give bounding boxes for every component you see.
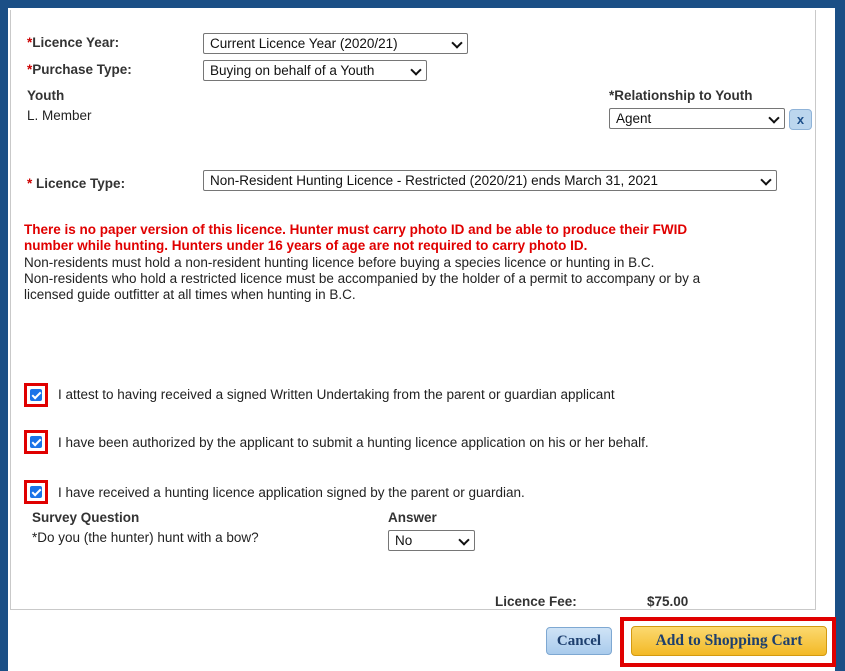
cancel-button[interactable]: Cancel <box>546 627 612 655</box>
youth-label: Youth <box>27 88 65 103</box>
photo-id-warning: There is no paper version of this licenc… <box>24 222 688 253</box>
attestation-checkbox-frame <box>24 480 48 504</box>
chevron-down-icon <box>458 534 470 546</box>
authorized-by-applicant-checkbox[interactable] <box>30 436 42 448</box>
non-resident-info: Non-residents must hold a non-resident h… <box>24 255 701 302</box>
survey-answer-header: Answer <box>388 510 437 525</box>
purchase-type-label: *Purchase Type: <box>27 62 132 77</box>
attestation-label: I have been authorized by the applicant … <box>58 435 649 450</box>
licence-year-select[interactable]: Current Licence Year (2020/21) <box>203 33 468 54</box>
licence-type-select[interactable]: Non-Resident Hunting Licence - Restricte… <box>203 170 777 191</box>
remove-relationship-button[interactable]: x <box>789 109 812 130</box>
written-undertaking-checkbox[interactable] <box>30 389 42 401</box>
relationship-select[interactable]: Agent <box>609 108 785 129</box>
chevron-down-icon <box>410 64 422 76</box>
licence-fee-value: $75.00 <box>647 594 689 609</box>
licence-fee-label: Licence Fee: <box>495 594 577 609</box>
licence-year-label: *Licence Year: <box>27 35 120 50</box>
youth-name: L. Member <box>27 108 92 123</box>
relationship-label: *Relationship to Youth <box>609 88 753 103</box>
attestation-label: I have received a hunting licence applic… <box>58 485 525 500</box>
chevron-down-icon <box>760 174 772 186</box>
survey-question-header: Survey Question <box>32 510 140 525</box>
bow-answer-select[interactable]: No <box>388 530 475 551</box>
purchase-type-select[interactable]: Buying on behalf of a Youth <box>203 60 427 81</box>
attestation-checkbox-frame <box>24 383 48 407</box>
licence-type-label: * Licence Type: <box>27 176 126 191</box>
signed-application-checkbox[interactable] <box>30 486 42 498</box>
attestation-checkbox-frame <box>24 430 48 454</box>
chevron-down-icon <box>451 37 463 49</box>
attestation-label: I attest to having received a signed Wri… <box>58 387 615 402</box>
chevron-down-icon <box>768 112 780 124</box>
add-to-shopping-cart-button[interactable]: Add to Shopping Cart <box>631 626 827 656</box>
survey-question: *Do you (the hunter) hunt with a bow? <box>32 530 259 545</box>
